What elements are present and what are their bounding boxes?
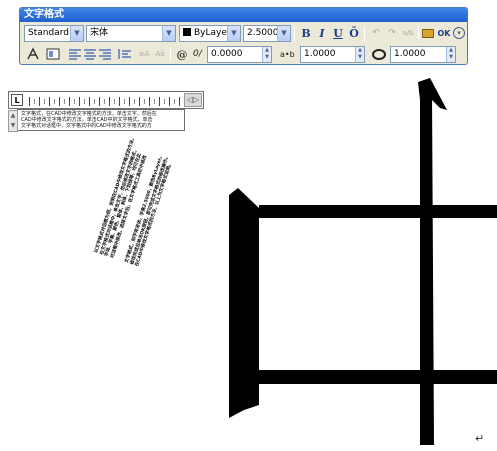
paragraph-return-icon: ↵ xyxy=(475,432,485,445)
large-glyph-drawing[interactable] xyxy=(0,0,497,451)
